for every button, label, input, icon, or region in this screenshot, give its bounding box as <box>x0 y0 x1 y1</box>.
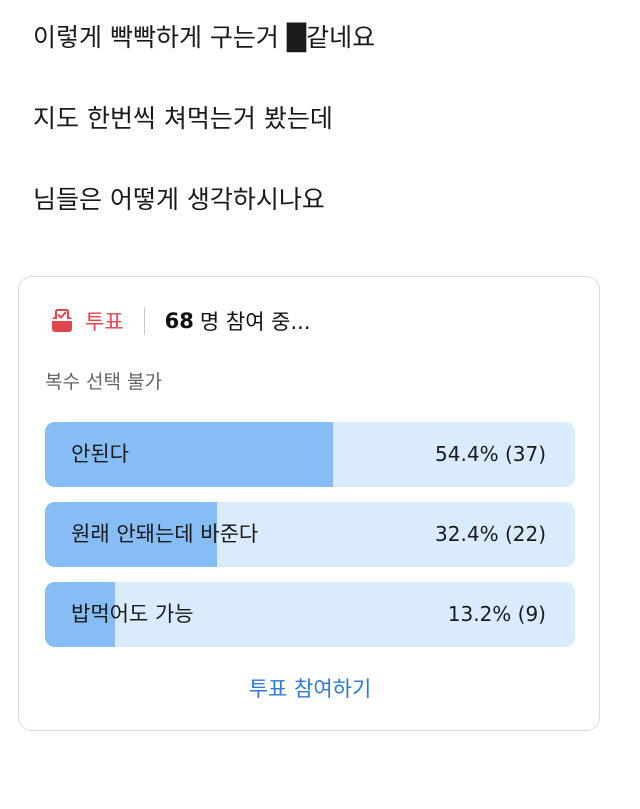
poll-header: 투표 68 명 참여 중... <box>49 305 311 337</box>
participant-count: 68 <box>164 309 194 333</box>
poll-option[interactable]: 안된다 54.4% (37) <box>45 422 575 487</box>
option-result: 32.4% (22) <box>435 522 546 546</box>
option-label: 밥먹어도 가능 <box>71 602 194 626</box>
post-text-line-3: 님들은 어떻게 생각하시나요 <box>33 185 325 214</box>
poll-card: 투표 68 명 참여 중... 복수 선택 불가 안된다 54.4% (37) … <box>18 276 600 731</box>
option-result: 13.2% (9) <box>447 602 546 626</box>
poll-option[interactable]: 원래 안돼는데 바준다 32.4% (22) <box>45 502 575 567</box>
option-label: 안된다 <box>71 442 129 466</box>
option-label: 원래 안돼는데 바준다 <box>71 522 259 546</box>
header-divider <box>143 307 145 335</box>
poll-tag: 투표 <box>85 310 124 334</box>
participant-suffix: 명 참여 중... <box>199 310 311 334</box>
poll-selection-note: 복수 선택 불가 <box>45 371 162 393</box>
post-text-line-2: 지도 한번씩 쳐먹는거 봤는데 <box>33 104 333 133</box>
poll-option[interactable]: 밥먹어도 가능 13.2% (9) <box>45 582 575 647</box>
option-result: 54.4% (37) <box>435 442 546 466</box>
poll-options: 안된다 54.4% (37) 원래 안돼는데 바준다 32.4% (22) 밥먹… <box>45 422 575 662</box>
ballot-box-icon <box>49 308 75 334</box>
post-text-line-1: 이렇게 빡빡하게 구는거 █같네요 <box>33 23 376 52</box>
vote-participate-button[interactable]: 투표 참여하기 <box>19 673 601 703</box>
